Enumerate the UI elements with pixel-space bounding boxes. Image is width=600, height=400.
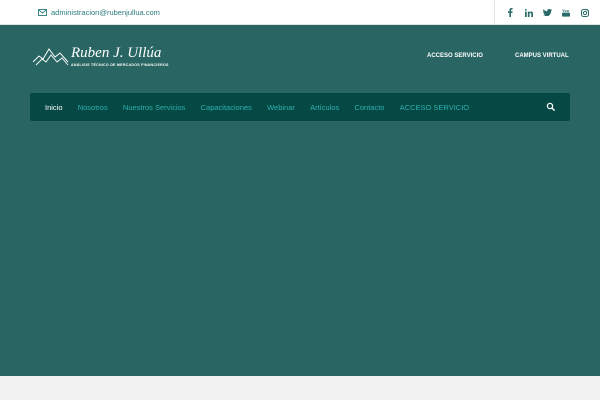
logo-name: Ruben J. Ullúa	[71, 45, 162, 61]
nav-item-contacto[interactable]: Contacto	[354, 103, 384, 112]
nav-item-webinar[interactable]: Webinar	[267, 103, 295, 112]
twitter-icon[interactable]	[541, 7, 553, 19]
nav-item-inicio[interactable]: Inicio	[45, 103, 63, 112]
svg-text:You: You	[562, 8, 570, 13]
top-bar: administracion@rubenjullua.com You	[0, 0, 600, 25]
instagram-icon[interactable]	[579, 7, 591, 19]
linkedin-icon[interactable]	[523, 7, 535, 19]
nav-item-nosotros[interactable]: Nosotros	[78, 103, 108, 112]
nav-item-acceso-servicio[interactable]: ACCESO SERVICIO	[400, 103, 469, 112]
site-header: Ruben J. Ullúa ANÁLISIS TÉCNICO DE MERCA…	[0, 25, 600, 376]
main-navigation: Inicio Nosotros Nuestros Servicios Capac…	[30, 93, 570, 121]
contact-email[interactable]: administracion@rubenjullua.com	[38, 6, 160, 18]
youtube-icon[interactable]: You	[560, 7, 572, 19]
nav-item-capacitaciones[interactable]: Capacitaciones	[201, 103, 252, 112]
nav-item-articulos[interactable]: Artículos	[310, 103, 339, 112]
site-logo[interactable]: Ruben J. Ullúa ANÁLISIS TÉCNICO DE MERCA…	[33, 45, 173, 73]
nav-item-nuestros-servicios[interactable]: Nuestros Servicios	[123, 103, 186, 112]
acceso-servicio-link[interactable]: ACCESO SERVICIO	[427, 53, 483, 59]
campus-virtual-link[interactable]: CAMPUS VIRTUAL	[515, 53, 569, 59]
page-bottom-strip	[0, 376, 600, 400]
email-text[interactable]: administracion@rubenjullua.com	[51, 8, 160, 17]
envelope-icon	[38, 8, 47, 16]
logo-tagline: ANÁLISIS TÉCNICO DE MERCADOS FINANCIEROS	[71, 63, 169, 67]
facebook-icon[interactable]	[504, 7, 516, 19]
social-links: You	[494, 0, 600, 25]
search-icon[interactable]	[546, 102, 556, 112]
mountains-icon	[33, 48, 69, 66]
